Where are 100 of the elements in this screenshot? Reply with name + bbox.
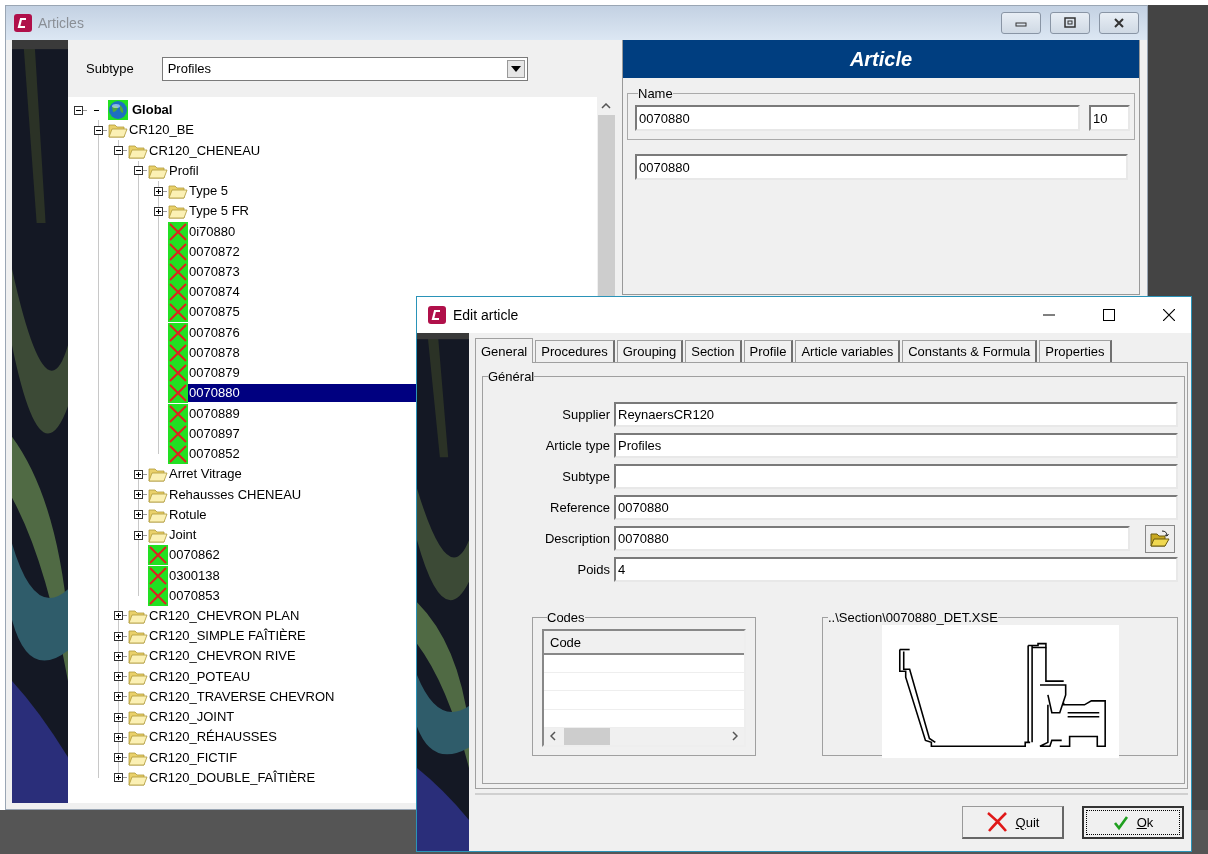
collapse-icon[interactable]	[94, 125, 103, 135]
tree-item[interactable]: CR120_CHEVRON RIVE	[148, 647, 297, 666]
tree-item[interactable]: Type 5 FR	[188, 202, 250, 221]
tree-item[interactable]: 0070852	[188, 445, 241, 464]
description-field[interactable]: 0070880	[635, 154, 1128, 180]
article-icon	[148, 565, 168, 586]
tree-item[interactable]: CR120_TRAVERSE CHEVRON	[148, 687, 336, 706]
tab[interactable]: Constants & Formula	[902, 340, 1038, 362]
article-icon	[168, 221, 188, 242]
expand-icon[interactable]	[114, 732, 123, 742]
tree-item[interactable]: CR120_BE	[128, 121, 196, 140]
collapse-icon[interactable]	[74, 105, 83, 115]
tab[interactable]: Article variables	[795, 340, 901, 362]
tab[interactable]: Properties	[1039, 340, 1112, 362]
tree-item[interactable]: CR120_SIMPLE FAÎTIÈRE	[148, 627, 307, 646]
field-label: Poids	[576, 562, 611, 577]
article-icon	[168, 282, 188, 303]
text-field[interactable]: 0070880	[614, 495, 1178, 520]
restore-icon	[1062, 17, 1078, 29]
tree-item[interactable]: 0070879	[188, 364, 241, 383]
tree-item[interactable]: CR120_FICTIF	[148, 748, 239, 767]
browse-button[interactable]	[1145, 524, 1175, 553]
expand-icon[interactable]	[134, 469, 143, 479]
tree-item[interactable]: 0070862	[168, 546, 221, 565]
tree-item[interactable]: CR120_CHENEAU	[148, 141, 262, 160]
tree-item[interactable]: 0070853	[168, 586, 221, 605]
tree-item[interactable]: Rotule	[168, 505, 208, 524]
tree-item[interactable]: 0070874	[188, 283, 241, 302]
tree-item[interactable]: 0070873	[188, 263, 241, 281]
quit-button[interactable]: Quit	[962, 806, 1064, 840]
expand-icon[interactable]	[114, 773, 123, 783]
expand-icon[interactable]	[114, 651, 123, 661]
tree-item[interactable]: 0i70880	[188, 222, 237, 241]
cross-icon	[985, 811, 1008, 834]
expand-icon[interactable]	[114, 611, 123, 621]
minimize-button[interactable]	[1001, 12, 1041, 34]
restore-button[interactable]	[1050, 12, 1090, 34]
collapse-icon[interactable]	[134, 166, 143, 176]
expand-icon[interactable]	[114, 692, 123, 702]
tab[interactable]: Procedures	[535, 340, 615, 362]
tab[interactable]: General	[475, 338, 534, 363]
tree-item[interactable]: CR120_JOINT	[148, 708, 236, 727]
name-field[interactable]: 0070880	[635, 105, 1080, 131]
close-button[interactable]	[1099, 12, 1139, 34]
tree-item[interactable]: 0300138	[168, 566, 221, 585]
subtype-dropdown[interactable]: Profiles	[161, 56, 528, 81]
tree-item[interactable]: CR120_DOUBLE_FAÎTIÈRE	[148, 768, 317, 787]
tree-item[interactable]: CR120_POTEAU	[148, 667, 252, 686]
dialog-title: Edit article	[453, 307, 519, 323]
article-icon	[168, 444, 188, 465]
text-field[interactable]: ReynaersCR120	[614, 402, 1178, 427]
expand-icon[interactable]	[134, 530, 143, 540]
tab[interactable]: Grouping	[616, 340, 684, 362]
text-field[interactable]: Profiles	[614, 433, 1178, 458]
tab[interactable]: Profile	[743, 340, 794, 362]
scroll-left-icon[interactable]	[550, 731, 556, 742]
tree-item[interactable]: Rehausses CHENEAU	[168, 485, 303, 504]
expand-icon[interactable]	[134, 490, 143, 500]
group-title: Codes	[547, 610, 585, 625]
expand-icon[interactable]	[114, 712, 123, 722]
article-icon	[168, 363, 188, 384]
number-field[interactable]: 10	[1089, 105, 1130, 131]
collapse-icon[interactable]	[114, 146, 123, 156]
scroll-right-icon[interactable]	[732, 731, 738, 742]
expand-icon[interactable]	[114, 631, 123, 641]
ok-button[interactable]: Ok	[1082, 806, 1184, 840]
expand-icon[interactable]	[114, 753, 123, 763]
text-field[interactable]: 0070880	[614, 526, 1130, 551]
tree-item[interactable]: 0070889	[188, 404, 241, 423]
tree-item[interactable]: 0070897	[188, 424, 241, 443]
tree-item[interactable]: Arret Vitrage	[168, 465, 243, 484]
tree-item[interactable]: Profil	[168, 161, 200, 180]
expand-icon[interactable]	[114, 672, 123, 682]
close-icon	[1111, 17, 1127, 29]
text-field[interactable]	[614, 464, 1178, 489]
scroll-up-icon[interactable]	[601, 103, 611, 109]
tree-item[interactable]: 0070875	[188, 303, 241, 322]
tree-item[interactable]: CR120_RÉHAUSSES	[148, 728, 278, 747]
check-icon	[1112, 814, 1129, 831]
group-title: Name	[638, 86, 673, 101]
article-icon	[168, 302, 188, 323]
text-field[interactable]: 4	[614, 557, 1178, 582]
expand-icon[interactable]	[154, 206, 163, 216]
tree-item[interactable]: Joint	[168, 526, 198, 545]
tree-item[interactable]: 0070876	[188, 323, 241, 342]
tree-item[interactable]: 0070878	[188, 343, 241, 362]
article-icon	[168, 262, 188, 282]
expand-icon[interactable]	[134, 510, 143, 520]
maximize-button[interactable]	[1103, 309, 1115, 321]
article-icon	[168, 423, 188, 444]
field-label: Reference	[549, 500, 611, 515]
expand-icon[interactable]	[154, 186, 163, 196]
tree-item[interactable]: Type 5	[188, 182, 230, 201]
tab[interactable]: Section	[685, 340, 742, 362]
tree-item[interactable]: CR120_CHEVRON PLAN	[148, 606, 301, 625]
tree-item[interactable]: 0070872	[188, 242, 241, 261]
tree-item[interactable]: Global	[128, 101, 174, 120]
article-header: Article	[623, 40, 1139, 78]
globe-icon	[108, 100, 128, 121]
close-button[interactable]	[1163, 309, 1175, 321]
